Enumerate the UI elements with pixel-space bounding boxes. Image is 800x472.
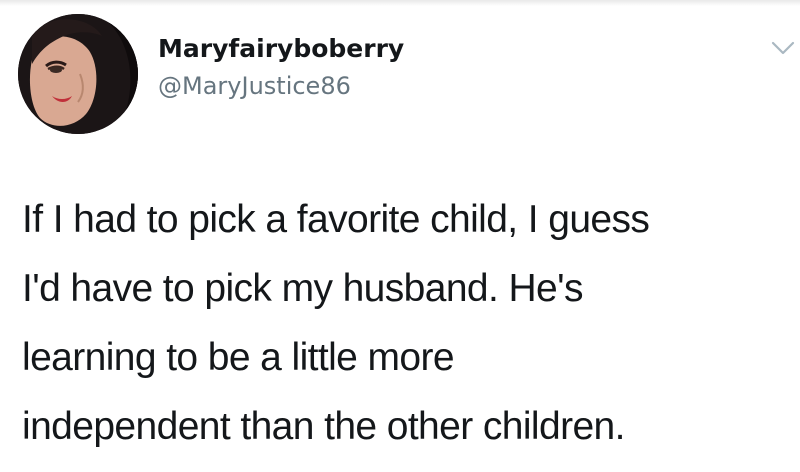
avatar-image: [18, 14, 138, 134]
user-handle[interactable]: @MaryJustice86: [158, 72, 404, 100]
display-name[interactable]: Maryfairyboberry: [158, 34, 404, 64]
chevron-down-icon[interactable]: [770, 38, 796, 58]
tweet-card: Maryfairyboberry @MaryJustice86 If I had…: [0, 0, 800, 472]
tweet-text: If I had to pick a favorite child, I gue…: [22, 185, 792, 461]
tweet-text-line: I'd have to pick my husband. He's: [22, 267, 584, 310]
tweet-text-line: learning to be a little more: [22, 336, 455, 379]
tweet-text-line: independent than the other children.: [22, 405, 625, 448]
avatar[interactable]: [18, 14, 138, 134]
user-info: Maryfairyboberry @MaryJustice86: [158, 34, 404, 100]
tweet-text-line: If I had to pick a favorite child, I gue…: [22, 198, 650, 241]
top-divider: [0, 0, 800, 6]
